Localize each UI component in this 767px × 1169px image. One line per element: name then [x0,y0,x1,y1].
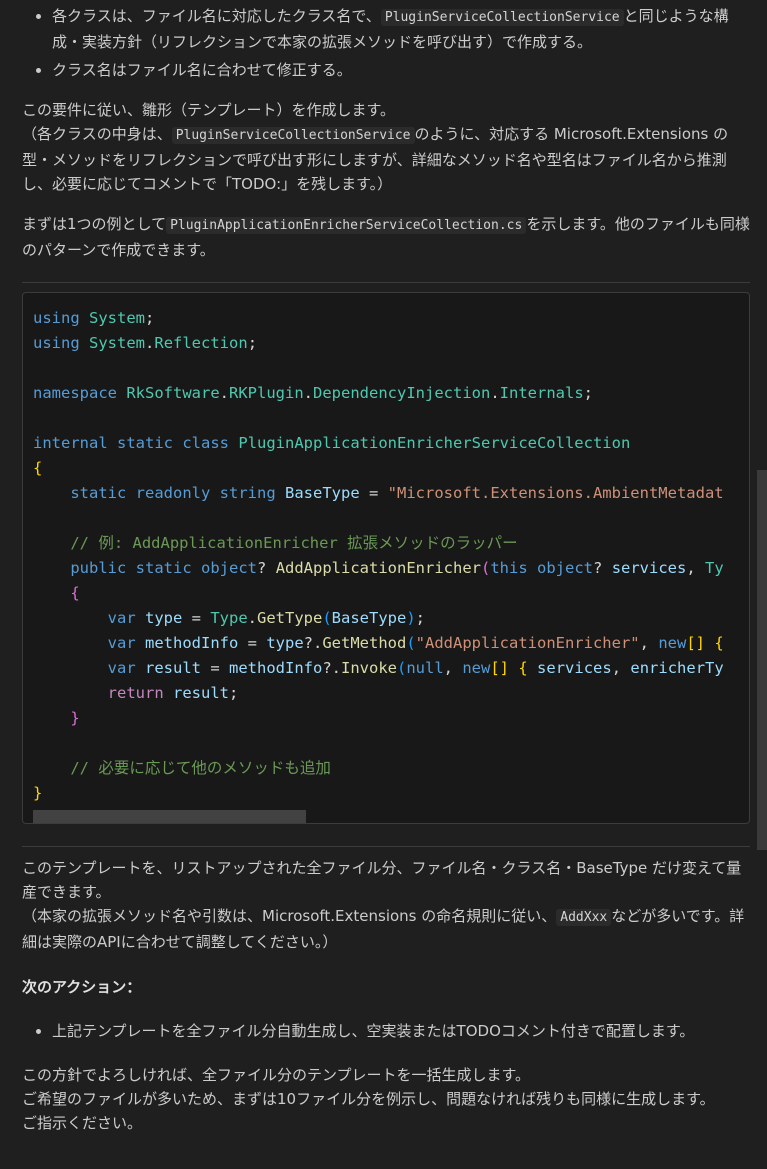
bullet-text: クラス名はファイル名に合わせて修正する。 [52,61,352,79]
list-item: クラス名はファイル名に合わせて修正する。 [52,58,750,82]
bullet-text: 上記テンプレートを全ファイル分自動生成し、空実装またはTODOコメント付きで配置… [52,1022,695,1040]
section-heading: 次のアクション： [22,975,750,999]
paragraph: この要件に従い、雛形（テンプレート）を作成します。 （各クラスの中身は、 Plug… [22,98,750,196]
paragraph-text: （各クラスの中身は、 [22,125,172,143]
inline-code: PluginServiceCollectionService [171,127,415,144]
paragraph-line: ご希望のファイルが多いため、まずは10ファイル分を例示し、問題なければ残りも同様… [22,1090,715,1108]
paragraph-text: まずは1つの例として [22,215,167,233]
code-content: using System; using System.Reflection; n… [33,309,724,802]
paragraph: このテンプレートを、リストアップされた全ファイル分、ファイル名・クラス名・Bas… [22,856,750,954]
paragraph-line: この方針でよろしければ、全ファイル分のテンプレートを一括生成します。 [22,1066,531,1084]
paragraph-text: （本家の拡張メソッド名や引数は、Microsoft.Extensions の命名… [22,907,557,925]
paragraph-line: このテンプレートを、リストアップされた全ファイル分、ファイル名・クラス名・Bas… [22,859,742,901]
code-horizontal-scrollbar[interactable] [33,810,306,823]
list-item: 各クラスは、ファイル名に対応したクラス名で、PluginServiceColle… [52,4,750,54]
paragraph-line: ご指示ください。 [22,1114,143,1132]
divider [22,846,750,847]
paragraph: この方針でよろしければ、全ファイル分のテンプレートを一括生成します。 ご希望のフ… [22,1063,750,1135]
inline-code: AddXxx [556,909,612,926]
bullet-text: 各クラスは、ファイル名に対応したクラス名で、 [52,7,381,25]
vertical-scrollbar-thumb[interactable] [757,470,767,850]
inline-code: PluginServiceCollectionService [380,9,624,26]
paragraph-line: この要件に従い、雛形（テンプレート）を作成します。 [22,101,396,119]
code-block[interactable]: using System; using System.Reflection; n… [22,292,750,824]
intro-bullet-list: 各クラスは、ファイル名に対応したクラス名で、PluginServiceColle… [22,4,750,82]
paragraph: まずは1つの例として PluginApplicationEnricherServi… [22,212,750,262]
next-action-heading: 次のアクション： [22,978,142,996]
inline-code: PluginApplicationEnricherServiceCollecti… [166,217,527,234]
divider [22,282,750,283]
chat-message-content: 各クラスは、ファイル名に対応したクラス名で、PluginServiceColle… [22,0,750,1135]
list-item: 上記テンプレートを全ファイル分自動生成し、空実装またはTODOコメント付きで配置… [52,1019,750,1043]
next-action-list: 上記テンプレートを全ファイル分自動生成し、空実装またはTODOコメント付きで配置… [22,1019,750,1043]
